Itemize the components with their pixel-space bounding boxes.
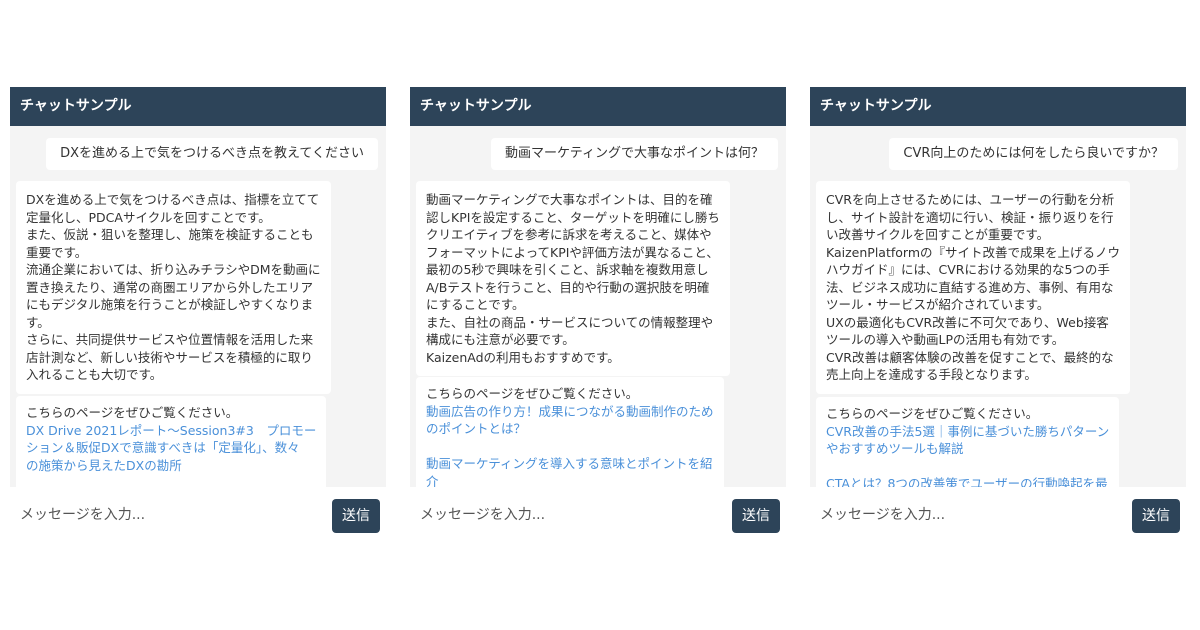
chat-panel: チャットサンプル CVR向上のためには何をしたら良いですか？ CVRを向上させるため…	[810, 87, 1186, 542]
related-article-link-text: ション＆販促DXで意識すべきは「定量化」、数々	[26, 440, 300, 455]
bot-message: CVRを向上させるためには、ユーザーの行動を分析 し、サイト設計を適切に行い、検証…	[816, 181, 1131, 394]
bot-message-line: A/Bテストを行うこと、目的や行動の選択肢を明確	[426, 279, 710, 295]
bot-message-line: 法、ビジネス成功に直結する進め方、事例、有用な	[826, 279, 1114, 295]
bot-message-line: す。	[26, 314, 50, 330]
bot-message-line: ツールの導入や動画LPの活用も有効です。	[826, 332, 1065, 347]
bot-message-line: さらに、共同提供サービスや位置情報を活用した来	[26, 332, 314, 347]
chat-header-title: チャットサンプル	[810, 87, 1186, 126]
bot-message-line: 店計測など、新しい技術やサービスを積極的に取り	[26, 349, 313, 365]
bot-message-line: また、自社の商品・サービスについての情報整理や	[426, 314, 714, 330]
bot-message-line: ツール・サービスが紹介されています。	[826, 297, 1050, 312]
bot-message-line: CVRを向上させるためには、ユーザーの行動を分析	[826, 192, 1115, 207]
send-button[interactable]: 送信	[332, 499, 380, 533]
chat-panel: チャットサンプル 動画マーケティングで大事なポイントは何？ 動画マーケティングで大事…	[410, 87, 786, 542]
bot-message-line: また、仮説・狙いを整理し、施策を検証することも	[26, 227, 314, 242]
chat-header-title: チャットサンプル	[410, 87, 786, 126]
bot-message-line: CVR改善は顧客体験の改善を促すことで、最終的な	[826, 349, 1114, 365]
bot-message-line: 定量化し、PDCAサイクルを回すことです。	[26, 209, 271, 225]
message-input[interactable]	[420, 487, 720, 542]
bot-message-line: DXを進める上で気をつけるべき点は、指標を立てて	[26, 192, 320, 207]
message-input[interactable]	[820, 487, 1120, 542]
chat-panel: チャットサンプル DXを進める上で気をつけるべき点を教えてください DXを進める上で…	[10, 87, 386, 542]
bot-message-line: し、サイト設計を適切に行い、検証・振り返りを行	[826, 209, 1114, 225]
user-message: CVR向上のためには何をしたら良いですか？	[889, 138, 1178, 170]
bot-message-line: 構成にも注意が必要です。	[426, 332, 575, 347]
chat-messages[interactable]: DXを進める上で気をつけるべき点を教えてください DXを進める上で気をつけるべき点…	[10, 126, 386, 487]
bot-message-line: 置き換えたり、通常の商圏エリアから外したエリア	[26, 279, 314, 295]
user-message: 動画マーケティングで大事なポイントは何？	[491, 138, 778, 170]
message-input-bar: 送信	[810, 487, 1186, 542]
message-input[interactable]	[20, 487, 320, 542]
related-article-link[interactable]: CTAとは？8つの改善策でユーザーの行動喚起を最	[826, 475, 1109, 487]
user-message: DXを進める上で気をつけるべき点を教えてください	[46, 138, 378, 170]
related-article-link-text: DX Drive 2021レポート〜Session3#3 プロモー	[26, 422, 317, 438]
bot-message-line: KaizenPlatformの『サイト改善で成果を上げるノウ	[826, 244, 1121, 260]
bot-message-line: 入れることも大切です。	[26, 367, 163, 382]
bot-message-line: 重要です。	[26, 244, 88, 260]
related-article-link[interactable]: 動画マーケティングを導入する意味とポイントを紹介	[426, 455, 714, 487]
related-article-link-text: 介	[426, 473, 439, 488]
related-article-link[interactable]: 動画広告の作り方！成果につながる動画制作のため のポイントとは？	[426, 403, 714, 438]
bot-message-line: 売上向上を達成する手段となります。	[826, 367, 1037, 382]
related-article-link-text: 動画マーケティングを導入する意味とポイントを紹	[426, 456, 713, 471]
bot-message-line: ハウガイド』には、CVRにおける効果的な5つの手	[826, 262, 1110, 277]
bot-message-line: 最初の5秒で興味を引くこと、訴求軸を複数用意し	[426, 262, 709, 277]
send-button[interactable]: 送信	[732, 499, 780, 533]
message-input-bar: 送信	[410, 487, 786, 542]
link-lead-text: こちらのページをぜひご覧ください。	[826, 406, 1039, 421]
message-input-bar: 送信	[10, 487, 386, 542]
bot-message-line: KaizenAdの利用もおすすめです。	[426, 349, 620, 365]
link-message: こちらのページをぜひご覧ください。 DX Drive 2021レポート〜Sessi…	[16, 396, 327, 487]
chat-messages[interactable]: CVR向上のためには何をしたら良いですか？ CVRを向上させるためには、ユーザーの…	[810, 126, 1186, 487]
bot-message-line: 流通企業においては、折り込みチラシやDMを動画に	[26, 262, 321, 277]
bot-message-line: にすることです。	[426, 297, 525, 312]
bot-message-line: にもデジタル施策を行うことが検証しやすくなりま	[26, 297, 314, 312]
chat-header-title: チャットサンプル	[10, 87, 386, 126]
related-article-link[interactable]: CVR改善の手法5選｜事例に基づいた勝ちパターン やおすすめツールも解説	[826, 423, 1109, 458]
send-button[interactable]: 送信	[1132, 499, 1180, 533]
link-lead-text: こちらのページをぜひご覧ください。	[426, 386, 639, 401]
bot-message-line: 認しKPIを設定すること、ターゲットを明確にし勝ち	[426, 209, 720, 225]
related-article-link-text: のポイントとは？	[426, 421, 527, 436]
link-message: こちらのページをぜひご覧ください。動画広告の作り方！成果につながる動画制作のため…	[416, 377, 724, 487]
related-article-link-text: CVR改善の手法5選｜事例に基づいた勝ちパターン	[826, 423, 1110, 439]
related-article-link-text: の施策から見えたDXの勘所	[26, 457, 182, 473]
bot-message-line: UXの最適化もCVR改善に不可欠であり、Web接客	[826, 314, 1109, 330]
bot-message-line: 動画マーケティングで大事なポイントは、目的を確	[426, 192, 713, 207]
related-article-link-text: CTAとは？8つの改善策でユーザーの行動喚起を最	[826, 476, 1108, 487]
link-message: こちらのページをぜひご覧ください。 CVR改善の手法5選｜事例に基づいた勝ちパター…	[816, 397, 1120, 487]
bot-message: 動画マーケティングで大事なポイントは、目的を確 認しKPIを設定すること、ターゲッ…	[416, 181, 730, 376]
bot-message-line: い改善サイクルを回すことが重要です。	[826, 227, 1050, 242]
chat-messages[interactable]: 動画マーケティングで大事なポイントは何？ 動画マーケティングで大事なポイントは、目…	[410, 126, 786, 487]
related-article-link-text: やおすすめツールも解説	[826, 441, 964, 456]
bot-message-line: クリエイティブを参考に訴求を考えること、媒体や	[426, 227, 712, 242]
bot-message-line: フォーマットによってKPIや評価方法が異なること、	[426, 244, 719, 260]
bot-message: DXを進める上で気をつけるべき点は、指標を立てて 定量化し、PDCAサイクルを回す…	[16, 181, 331, 394]
related-article-link-text: 動画広告の作り方！成果につながる動画制作のため	[426, 403, 714, 419]
related-article-link[interactable]: DX Drive 2021レポート〜Session3#3 プロモー ション＆販促D…	[26, 422, 316, 475]
link-lead-text: こちらのページをぜひご覧ください。	[26, 405, 239, 420]
